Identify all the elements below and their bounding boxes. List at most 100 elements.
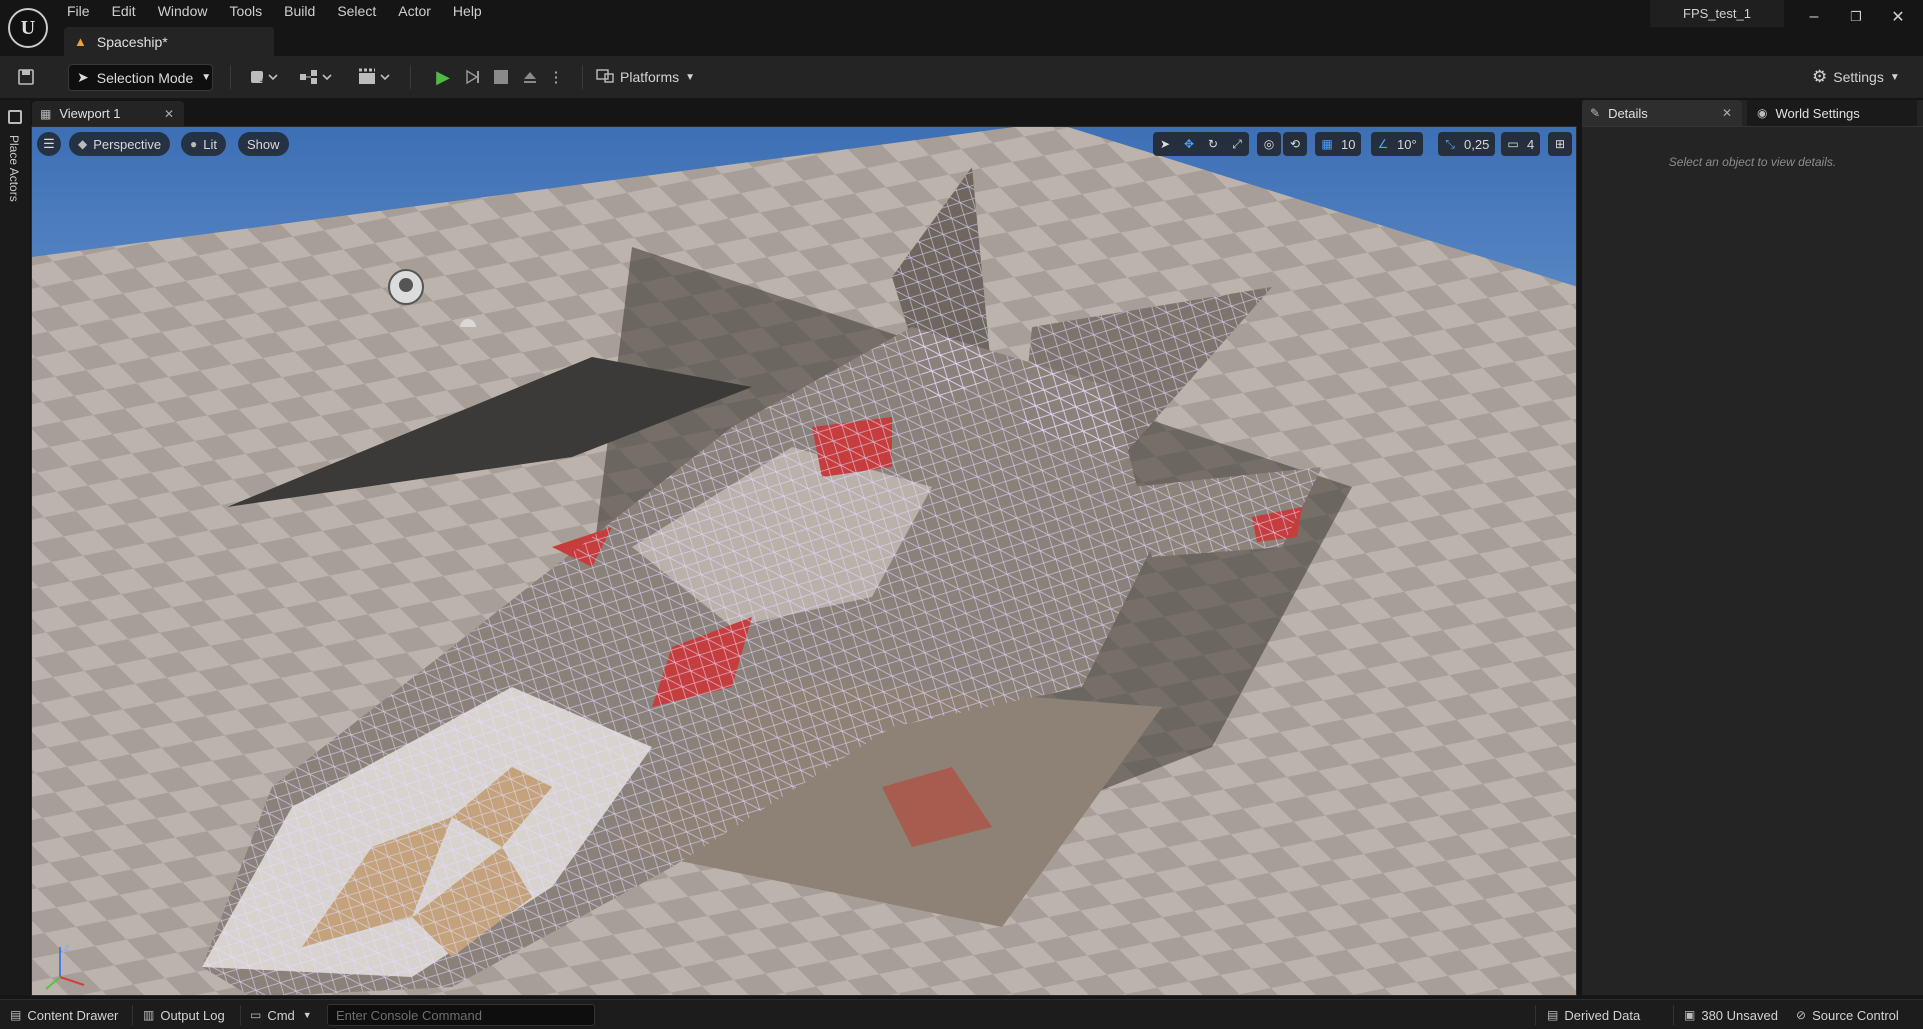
document-tab-spaceship[interactable]: ▲ Spaceship* [64, 27, 274, 56]
toolbar-divider [582, 65, 583, 89]
place-actors-icon[interactable] [8, 110, 22, 124]
unsaved-label: 380 Unsaved [1701, 1007, 1778, 1023]
platforms-icon [596, 68, 614, 86]
viewport-menu-button[interactable]: ☰ [37, 132, 61, 156]
add-actor-icon[interactable]: + [244, 65, 284, 89]
menu-file[interactable]: File [56, 0, 101, 24]
scale-snap-icon[interactable]: ⤡ [1438, 132, 1462, 156]
unsaved-button[interactable]: ▣ 380 Unsaved [1684, 1005, 1778, 1025]
selection-mode-label: Selection Mode [96, 69, 194, 86]
details-body: Select an object to view details. [1582, 126, 1923, 995]
menu-edit[interactable]: Edit [101, 0, 147, 24]
viewport-scene [32, 127, 1576, 995]
globe-icon[interactable]: ◎ [1257, 132, 1281, 156]
chevron-down-icon: ▼ [201, 72, 212, 83]
translate-tool-icon[interactable]: ✥ [1177, 132, 1201, 156]
grid-snap-value[interactable]: 10 [1339, 137, 1361, 152]
world-local-toggle: ◎ [1257, 132, 1281, 156]
perspective-view-button[interactable]: ◆ Perspective [69, 132, 171, 156]
close-icon[interactable]: ✕ [1722, 106, 1732, 120]
scale-snap-control: ⤡ 0,25 [1438, 132, 1496, 156]
restore-button[interactable]: ❐ [1836, 4, 1876, 30]
transform-tools: ➤ ✥ ↻ ⤢ [1153, 132, 1249, 156]
hamburger-icon: ☰ [43, 136, 55, 151]
place-actors-strip [0, 100, 30, 995]
rotation-snap-value[interactable]: 10° [1395, 137, 1423, 152]
derived-data-button[interactable]: ▤ Derived Data [1547, 1005, 1640, 1025]
stop-button[interactable] [488, 65, 514, 89]
status-divider [240, 1005, 241, 1025]
status-divider [132, 1005, 133, 1025]
menu-window[interactable]: Window [147, 0, 219, 24]
menu-build[interactable]: Build [273, 0, 326, 24]
show-label: Show [247, 136, 280, 152]
menu-help[interactable]: Help [442, 0, 493, 24]
camera-icon[interactable]: ▭ [1501, 132, 1525, 156]
show-flags-button[interactable]: Show [238, 132, 289, 156]
cursor-icon: ➤ [77, 69, 89, 85]
menu-actor[interactable]: Actor [387, 0, 442, 24]
selection-mode-dropdown[interactable]: ➤ Selection Mode ▼ [68, 64, 213, 91]
scale-snap-value[interactable]: 0,25 [1462, 137, 1495, 152]
world-settings-label: World Settings [1775, 105, 1860, 121]
rotation-snap-control: ∠ 10° [1371, 132, 1423, 156]
output-log-button[interactable]: ▥ Output Log [143, 1005, 225, 1025]
save-icon[interactable] [14, 65, 38, 89]
viewport-layout-icon: ▦ [40, 106, 52, 121]
cmd-dropdown[interactable]: ▭ Cmd ▼ [250, 1005, 312, 1025]
menu-select[interactable]: Select [326, 0, 387, 24]
settings-label: Settings [1833, 69, 1884, 85]
level-viewport[interactable]: ☰ ◆ Perspective ● Lit Show ➤ ✥ ↻ ⤢ ◎ ⟲ ▦… [31, 126, 1577, 996]
angle-snap-icon[interactable]: ∠ [1371, 132, 1395, 156]
database-icon: ▤ [1547, 1008, 1559, 1022]
platforms-dropdown[interactable]: Platforms ▼ [596, 65, 695, 89]
details-panel: ✎ Details ✕ ◉ World Settings Select an o… [1582, 100, 1923, 995]
globe-icon: ◉ [1757, 106, 1768, 120]
console-command-input[interactable]: Enter Console Command [327, 1004, 595, 1026]
svg-text:z: z [64, 943, 69, 954]
play-options-menu-icon[interactable]: ⋮ [546, 65, 566, 89]
place-actors-tab[interactable]: Place Actors [7, 135, 21, 202]
status-divider [1535, 1005, 1536, 1025]
viewport-tab[interactable]: ▦ Viewport 1 ✕ [32, 101, 184, 126]
source-control-button[interactable]: ⊘ Source Control [1796, 1005, 1899, 1025]
grid-snap-icon[interactable]: ▦ [1315, 132, 1339, 156]
rotate-tool-icon[interactable]: ↻ [1201, 132, 1225, 156]
play-button[interactable]: ▶ [430, 65, 456, 89]
drawer-icon: ▤ [10, 1008, 22, 1022]
title-bar: U File Edit Window Tools Build Select Ac… [0, 0, 1923, 56]
maximize-viewport-icon[interactable]: ⊞ [1548, 132, 1572, 156]
surface-snapping: ⟲ [1283, 132, 1307, 156]
close-icon[interactable]: ✕ [164, 107, 174, 121]
details-empty-message: Select an object to view details. [1668, 155, 1837, 169]
camera-speed-value[interactable]: 4 [1525, 137, 1540, 152]
chevron-down-icon: ▼ [302, 1010, 312, 1020]
menu-tools[interactable]: Tools [218, 0, 273, 24]
step-forward-icon[interactable] [460, 65, 486, 89]
scale-tool-icon[interactable]: ⤢ [1225, 132, 1249, 156]
unreal-logo-icon[interactable]: U [8, 8, 48, 48]
viewport-tab-label: Viewport 1 [59, 106, 121, 121]
level-warning-icon: ▲ [74, 34, 87, 49]
main-toolbar: ➤ Selection Mode ▼ + ▶ ⋮ Platforms ▼ ⚙ S… [0, 56, 1923, 98]
chevron-down-icon: ▼ [685, 71, 696, 83]
cinematics-icon[interactable] [354, 65, 394, 89]
axis-gizmo-icon: z [45, 943, 85, 990]
blueprints-icon[interactable] [296, 65, 336, 89]
settings-dropdown[interactable]: ⚙ Settings ▼ [1812, 65, 1900, 89]
view-mode-lit-button[interactable]: ● Lit [181, 132, 226, 156]
content-drawer-button[interactable]: ▤ Content Drawer [10, 1005, 118, 1025]
eject-icon[interactable] [517, 65, 543, 89]
terminal-icon: ▭ [250, 1008, 262, 1022]
source-control-label: Source Control [1812, 1007, 1899, 1023]
output-log-label: Output Log [160, 1007, 225, 1023]
source-control-disabled-icon: ⊘ [1796, 1008, 1807, 1022]
select-tool-icon[interactable]: ➤ [1153, 132, 1177, 156]
surface-snap-icon[interactable]: ⟲ [1283, 132, 1307, 156]
world-settings-tab[interactable]: ◉ World Settings [1747, 100, 1917, 126]
status-bar: ▤ Content Drawer ▥ Output Log ▭ Cmd ▼ En… [0, 999, 1923, 1029]
close-button[interactable]: ✕ [1878, 4, 1918, 30]
details-tab[interactable]: ✎ Details ✕ [1582, 100, 1742, 126]
toolbar-divider [410, 65, 411, 89]
minimize-button[interactable]: – [1794, 4, 1834, 30]
